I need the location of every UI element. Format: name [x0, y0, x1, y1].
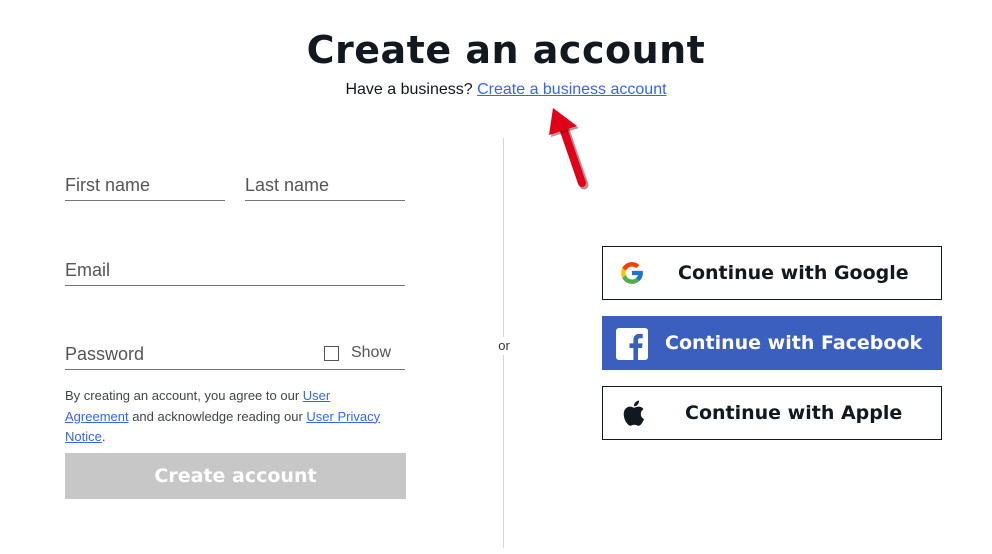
last-name-input[interactable]: [245, 175, 405, 196]
continue-with-google-button[interactable]: Continue with Google: [602, 246, 942, 300]
annotation-arrow: [549, 108, 589, 190]
show-password-label: Show: [350, 344, 391, 361]
business-prompt: Have a business? Create a business accou…: [0, 81, 992, 99]
terms-text-2: and acknowledge reading our: [128, 408, 307, 424]
show-password-checkbox[interactable]: [323, 345, 339, 361]
first-name-input[interactable]: [65, 175, 225, 196]
terms-text-3: .: [101, 429, 106, 444]
continue-with-facebook-button[interactable]: Continue with Facebook: [602, 316, 942, 370]
last-name-field: [245, 170, 405, 201]
page-title: Create an account: [306, 28, 706, 72]
business-prompt-text: Have a business?: [345, 81, 473, 98]
terms-notice: By creating an account, you agree to our…: [65, 386, 395, 448]
facebook-icon: [616, 328, 648, 360]
continue-with-apple-button[interactable]: Continue with Apple: [602, 386, 942, 440]
apple-icon: [621, 399, 645, 427]
password-field: Show: [65, 339, 405, 370]
terms-text-1: By creating an account, you agree to our: [65, 388, 303, 403]
google-button-label: Continue with Google: [678, 262, 909, 284]
create-account-button[interactable]: Create account: [65, 453, 406, 499]
divider-or-label: or: [494, 337, 514, 355]
show-password-toggle[interactable]: Show: [323, 344, 391, 362]
facebook-button-label: Continue with Facebook: [665, 332, 923, 354]
email-field: [65, 255, 405, 286]
email-input[interactable]: [65, 260, 405, 281]
first-name-field: [65, 170, 225, 201]
google-icon: [619, 260, 645, 286]
apple-button-label: Continue with Apple: [685, 402, 903, 424]
